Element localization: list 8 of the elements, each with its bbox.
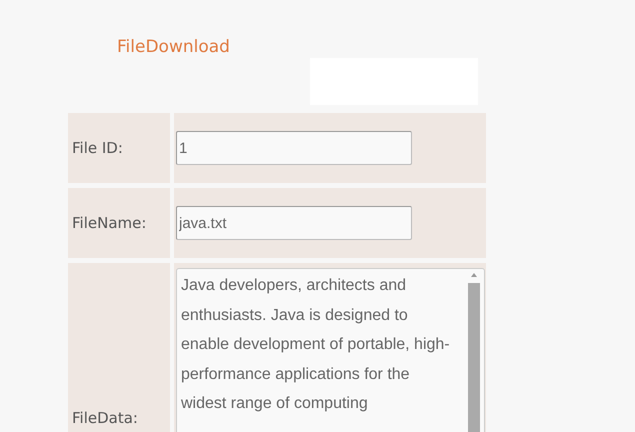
- field-label: FileName:: [72, 214, 146, 232]
- field-label: File ID:: [72, 139, 123, 157]
- page-title: FileDownload: [117, 37, 230, 57]
- field-label: FileData:: [72, 409, 138, 427]
- input-field[interactable]: java.txt: [176, 206, 412, 240]
- text-area[interactable]: Java developers, architects and enthusiasts. Java is designed to enable development of portable, high-performance applications for the widest range of computing: [176, 268, 485, 432]
- scroll-up-arrow-icon[interactable]: [471, 273, 477, 277]
- input-field[interactable]: 1: [176, 131, 412, 165]
